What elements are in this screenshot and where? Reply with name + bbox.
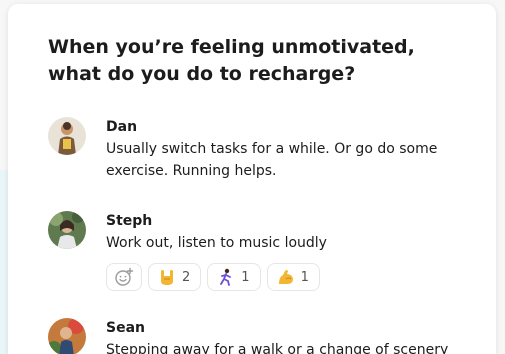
- add-reaction-icon: [115, 267, 134, 286]
- avatar[interactable]: [48, 211, 86, 249]
- runner-emoji-icon: [220, 268, 232, 286]
- message-author[interactable]: Sean: [106, 318, 476, 338]
- message-text: Stepping away for a walk or a change of …: [106, 342, 449, 354]
- message-body: Sean Stepping away for a walk or a chang…: [106, 318, 476, 354]
- reaction-chip[interactable]: 1: [207, 263, 261, 291]
- avatar[interactable]: [48, 117, 86, 155]
- thread-card: When you’re feeling unmotivated, what do…: [8, 4, 496, 354]
- reaction-count: 1: [300, 269, 309, 285]
- message-text: Usually switch tasks for a while. Or go …: [106, 141, 438, 179]
- add-reaction-button[interactable]: [106, 263, 142, 291]
- user-avatar-dan-icon: [48, 117, 86, 155]
- reaction-chip[interactable]: 2: [148, 263, 202, 291]
- avatar[interactable]: [48, 318, 86, 354]
- reaction-chip[interactable]: 1: [266, 263, 320, 291]
- message-author[interactable]: Dan: [106, 117, 476, 137]
- thread-question: When you’re feeling unmotivated, what do…: [48, 36, 415, 85]
- message-author[interactable]: Steph: [106, 211, 476, 231]
- user-avatar-steph-icon: [48, 211, 86, 249]
- message-text: Work out, listen to music loudly: [106, 235, 327, 251]
- message-body: Dan Usually switch tasks for a while. Or…: [106, 117, 476, 182]
- flexed-biceps-emoji-icon: [278, 270, 293, 284]
- user-avatar-sean-icon: [48, 318, 86, 354]
- reaction-count: 1: [241, 269, 250, 285]
- reaction-count: 2: [182, 269, 191, 285]
- message-body: Steph Work out, listen to music loudly 2…: [106, 211, 476, 291]
- rock-on-hand-emoji-icon: [161, 270, 173, 285]
- reaction-bar: 2 1 1: [106, 263, 476, 291]
